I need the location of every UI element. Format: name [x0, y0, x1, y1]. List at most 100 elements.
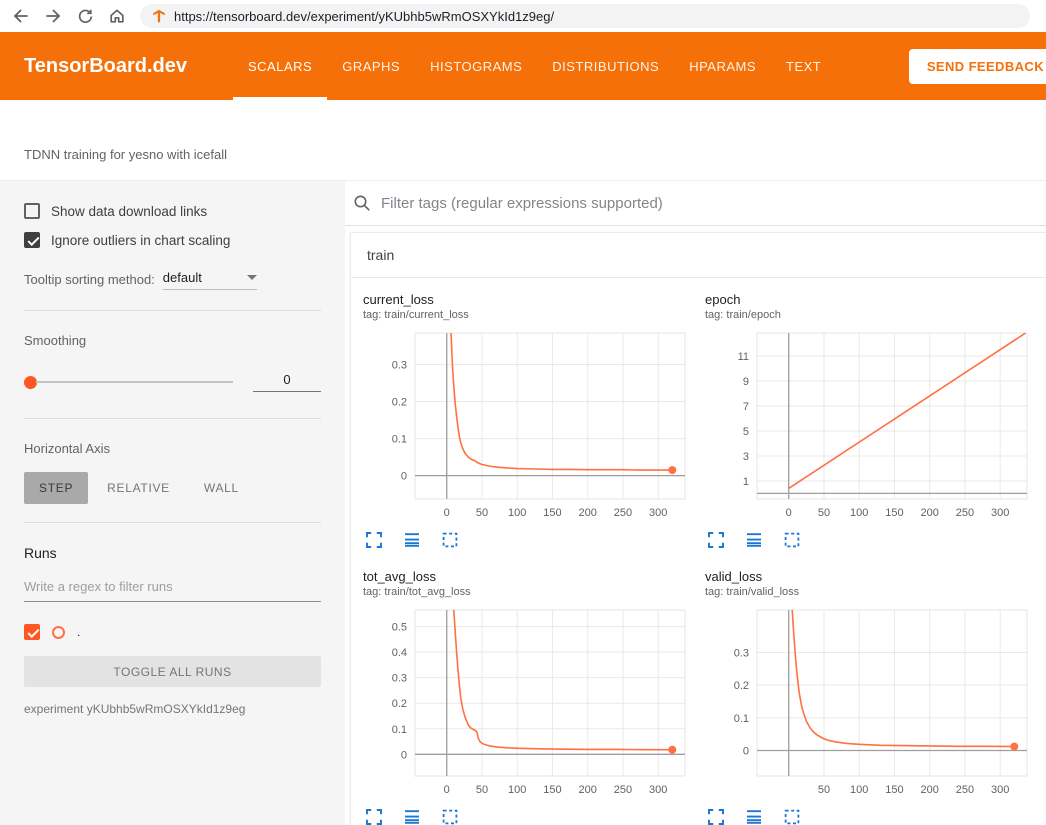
expand-card-icon[interactable]	[365, 531, 383, 549]
svg-text:300: 300	[991, 784, 1009, 796]
fit-domain-icon[interactable]	[783, 531, 801, 549]
svg-text:50: 50	[818, 507, 830, 519]
expand-card-icon[interactable]	[707, 531, 725, 549]
svg-text:100: 100	[850, 784, 868, 796]
checkbox-show-data-download-links[interactable]	[24, 203, 40, 219]
checkbox-ignore-outliers-in-chart-scaling[interactable]	[24, 232, 40, 248]
chart-plot-epoch[interactable]: 0501001502002503001357911	[705, 327, 1035, 527]
svg-text:5: 5	[743, 426, 749, 438]
chart-title: valid_loss	[705, 569, 1035, 584]
svg-text:100: 100	[850, 507, 868, 519]
chevron-down-icon	[247, 275, 257, 280]
svg-text:3: 3	[743, 451, 749, 463]
tooltip-sorting-dropdown[interactable]: default	[163, 270, 257, 290]
tab-graphs[interactable]: GRAPHS	[327, 32, 415, 100]
smoothing-slider-track[interactable]	[36, 381, 233, 383]
log-scale-icon[interactable]	[745, 531, 763, 549]
divider	[24, 522, 321, 523]
main-content: train current_loss tag: train/current_los…	[345, 181, 1046, 825]
svg-text:50: 50	[818, 784, 830, 796]
brand-logo[interactable]: TensorBoard.dev	[24, 55, 187, 78]
chart-title: current_loss	[363, 292, 693, 307]
svg-text:0: 0	[444, 507, 450, 519]
log-scale-icon[interactable]	[745, 808, 763, 825]
address-bar[interactable]: https://tensorboard.dev/experiment/yKUbh…	[140, 4, 1030, 28]
forward-icon[interactable]	[44, 7, 62, 25]
svg-text:100: 100	[508, 507, 526, 519]
run-checkbox[interactable]	[24, 624, 40, 640]
tab-hparams[interactable]: HPARAMS	[674, 32, 771, 100]
checkbox-row-ignore-outliers-in-chart-scaling: Ignore outliers in chart scaling	[24, 232, 321, 248]
checkbox-row-show-data-download-links: Show data download links	[24, 203, 321, 219]
fit-domain-icon[interactable]	[783, 808, 801, 825]
svg-text:200: 200	[579, 784, 597, 796]
svg-text:0: 0	[401, 749, 407, 761]
svg-text:50: 50	[476, 784, 488, 796]
svg-text:0: 0	[401, 471, 407, 483]
svg-text:7: 7	[743, 401, 749, 413]
train-group-header[interactable]: train	[351, 233, 1046, 278]
chart-card-epoch: epochtag: train/epoch0501001502002503001…	[693, 288, 1035, 555]
expand-card-icon[interactable]	[365, 808, 383, 825]
subheader: TDNN training for yesno with icefall	[0, 100, 1046, 180]
svg-text:0.1: 0.1	[392, 724, 407, 736]
svg-text:200: 200	[921, 784, 939, 796]
chart-toolbar	[365, 808, 693, 825]
run-list: .	[24, 624, 321, 640]
chart-title: tot_avg_loss	[363, 569, 693, 584]
chart-card-valid-loss: valid_losstag: train/valid_loss501001502…	[693, 565, 1035, 825]
tooltip-sorting-label: Tooltip sorting method:	[24, 272, 155, 290]
send-feedback-button[interactable]: SEND FEEDBACK	[909, 49, 1046, 84]
toggle-all-runs-button[interactable]: TOGGLE ALL RUNS	[24, 656, 321, 687]
axis-option-relative[interactable]: RELATIVE	[92, 472, 185, 504]
chart-plot-current-loss[interactable]: 05010015020025030000.10.20.3	[363, 327, 693, 527]
axis-option-wall[interactable]: WALL	[189, 472, 254, 504]
back-icon[interactable]	[12, 7, 30, 25]
svg-text:200: 200	[921, 507, 939, 519]
svg-text:0.3: 0.3	[734, 647, 749, 659]
tab-text[interactable]: TEXT	[771, 32, 836, 100]
divider	[24, 418, 321, 419]
tab-scalars[interactable]: SCALARS	[233, 32, 327, 100]
smoothing-value-input[interactable]	[253, 372, 321, 392]
chart-toolbar	[707, 808, 1035, 825]
fit-domain-icon[interactable]	[441, 808, 459, 825]
tooltip-sorting-row: Tooltip sorting method: default	[24, 270, 321, 290]
axis-option-step[interactable]: STEP	[24, 472, 88, 504]
svg-text:300: 300	[649, 507, 667, 519]
chart-plot-tot-avg-loss[interactable]: 05010015020025030000.10.20.30.40.5	[363, 604, 693, 804]
tab-distributions[interactable]: DISTRIBUTIONS	[537, 32, 674, 100]
chart-card-current-loss: current_loss tag: train/current_loss 0 50 10…	[351, 288, 693, 555]
svg-text:150: 150	[885, 507, 903, 519]
chart-tag: tag: train/valid_loss	[705, 586, 1035, 598]
runs-filter-input[interactable]	[24, 579, 321, 602]
log-scale-icon[interactable]	[403, 808, 421, 825]
smoothing-slider-row	[24, 372, 321, 392]
fit-domain-icon[interactable]	[441, 531, 459, 549]
expand-card-icon[interactable]	[707, 808, 725, 825]
chart-tag: tag: train/current_loss	[363, 309, 693, 321]
svg-text:0.2: 0.2	[734, 680, 749, 692]
svg-text:200: 200	[579, 507, 597, 519]
axis-options: STEPRELATIVEWALL	[24, 472, 321, 504]
home-icon[interactable]	[108, 7, 126, 25]
log-scale-icon[interactable]	[403, 531, 421, 549]
svg-text:9: 9	[743, 376, 749, 388]
header-tabs: SCALARSGRAPHSHISTOGRAMSDISTRIBUTIONSHPAR…	[233, 32, 836, 100]
svg-text:11: 11	[738, 351, 749, 363]
tab-histograms[interactable]: HISTOGRAMS	[415, 32, 537, 100]
tag-filter-input[interactable]	[381, 195, 1046, 212]
tensorboard-favicon-icon	[152, 9, 166, 23]
refresh-icon[interactable]	[76, 7, 94, 25]
chart-toolbar	[365, 531, 693, 549]
checkbox-label: Show data download links	[51, 204, 207, 219]
chart-plot-valid-loss[interactable]: 5010015020025030000.10.20.3	[705, 604, 1035, 804]
runs-label: Runs	[24, 545, 321, 561]
svg-text:250: 250	[956, 507, 974, 519]
svg-text:0.3: 0.3	[392, 359, 407, 371]
chart-card-tot-avg-loss: tot_avg_losstag: train/tot_avg_loss05010…	[351, 565, 693, 825]
tooltip-sorting-value: default	[163, 270, 202, 285]
chart-tag: tag: train/epoch	[705, 309, 1035, 321]
url-text: https://tensorboard.dev/experiment/yKUbh…	[174, 9, 554, 24]
svg-text:50: 50	[476, 507, 488, 519]
